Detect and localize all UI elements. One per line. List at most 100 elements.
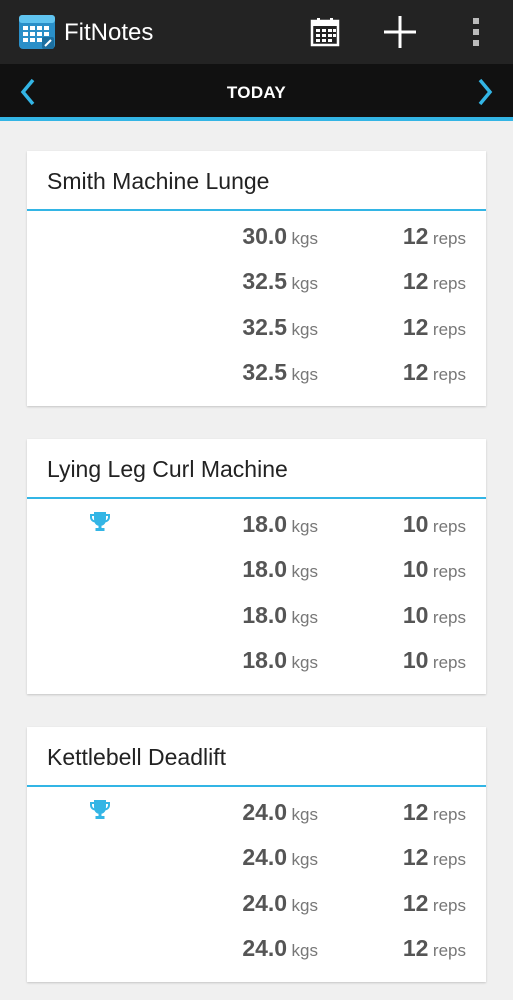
reps-value: 12 [402,890,429,916]
weight-value: 18.0 [242,556,288,582]
action-bar: FitNotes [0,0,513,64]
card-divider [27,497,486,499]
weight-value: 24.0 [242,844,288,870]
set-row[interactable]: 24.0 kgs 12 reps [27,789,486,834]
weight-value: 32.5 [242,359,288,385]
reps-unit: reps [432,562,466,581]
reps-value: 12 [402,935,429,961]
set-reps: 12 reps [403,844,466,871]
reps-value: 10 [402,647,429,673]
set-reps: 12 reps [403,268,466,295]
set-row[interactable]: 18.0 kgs 10 reps [27,592,486,637]
weight-value: 32.5 [242,268,288,294]
set-row[interactable]: 18.0 kgs 10 reps [27,501,486,546]
weight-value: 30.0 [242,223,288,249]
reps-value: 12 [402,314,429,340]
reps-unit: reps [432,320,466,339]
chevron-right-icon [478,78,493,106]
weight-unit: kgs [291,941,318,960]
date-label[interactable]: TODAY [0,83,513,103]
date-navigation-bar: TODAY [0,64,513,121]
exercise-card[interactable]: Kettlebell Deadlift 24.0 kgs 12 reps 24.… [27,727,486,982]
set-weight: 24.0 kgs [242,844,318,871]
set-reps: 10 reps [403,556,466,583]
reps-unit: reps [432,653,466,672]
weight-value: 18.0 [242,602,288,628]
weight-value: 24.0 [242,799,288,825]
set-row[interactable]: 24.0 kgs 12 reps [27,925,486,970]
reps-unit: reps [432,608,466,627]
reps-unit: reps [432,229,466,248]
set-reps: 12 reps [403,359,466,386]
weight-unit: kgs [291,850,318,869]
fitnotes-calendar-logo-icon[interactable] [18,13,56,51]
reps-value: 10 [402,602,429,628]
set-weight: 18.0 kgs [242,602,318,629]
weight-unit: kgs [291,608,318,627]
set-row[interactable]: 30.0 kgs 12 reps [27,213,486,258]
set-row[interactable]: 32.5 kgs 12 reps [27,258,486,303]
weight-unit: kgs [291,653,318,672]
overflow-menu-button[interactable] [456,12,496,52]
weight-unit: kgs [291,320,318,339]
reps-unit: reps [432,365,466,384]
reps-value: 12 [402,268,429,294]
reps-unit: reps [432,517,466,536]
set-reps: 12 reps [403,799,466,826]
set-row[interactable]: 18.0 kgs 10 reps [27,546,486,591]
exercise-card[interactable]: Smith Machine Lunge 30.0 kgs 12 reps 32.… [27,151,486,406]
set-weight: 24.0 kgs [242,890,318,917]
weight-unit: kgs [291,229,318,248]
set-weight: 32.5 kgs [242,314,318,341]
reps-value: 12 [402,799,429,825]
reps-value: 12 [402,359,429,385]
plus-icon [384,16,416,48]
weight-unit: kgs [291,805,318,824]
set-reps: 10 reps [403,647,466,674]
exercise-name: Kettlebell Deadlift [47,744,226,770]
set-weight: 24.0 kgs [242,799,318,826]
set-reps: 12 reps [403,935,466,962]
reps-value: 12 [402,223,429,249]
set-row[interactable]: 24.0 kgs 12 reps [27,880,486,925]
set-reps: 10 reps [403,602,466,629]
set-reps: 12 reps [403,223,466,250]
set-weight: 18.0 kgs [242,511,318,538]
set-row[interactable]: 32.5 kgs 12 reps [27,349,486,394]
reps-unit: reps [432,850,466,869]
set-weight: 18.0 kgs [242,647,318,674]
card-divider [27,785,486,787]
set-row[interactable]: 32.5 kgs 12 reps [27,304,486,349]
exercise-name: Lying Leg Curl Machine [47,456,288,482]
weight-value: 24.0 [242,890,288,916]
calendar-button[interactable] [305,12,345,52]
reps-unit: reps [432,805,466,824]
exercise-card[interactable]: Lying Leg Curl Machine 18.0 kgs 10 reps … [27,439,486,694]
reps-unit: reps [432,941,466,960]
calendar-icon [310,18,340,47]
set-row[interactable]: 24.0 kgs 12 reps [27,834,486,879]
app-title: FitNotes [64,19,154,46]
add-exercise-button[interactable] [380,12,420,52]
weight-value: 24.0 [242,935,288,961]
weight-unit: kgs [291,517,318,536]
weight-unit: kgs [291,365,318,384]
set-weight: 18.0 kgs [242,556,318,583]
set-reps: 10 reps [403,511,466,538]
set-weight: 32.5 kgs [242,359,318,386]
reps-value: 10 [402,511,429,537]
weight-unit: kgs [291,274,318,293]
set-weight: 24.0 kgs [242,935,318,962]
weight-unit: kgs [291,896,318,915]
set-reps: 12 reps [403,890,466,917]
reps-value: 12 [402,844,429,870]
weight-unit: kgs [291,562,318,581]
set-reps: 12 reps [403,314,466,341]
set-row[interactable]: 18.0 kgs 10 reps [27,637,486,682]
reps-value: 10 [402,556,429,582]
trophy-icon [88,510,112,534]
card-divider [27,209,486,211]
next-day-button[interactable] [465,72,505,112]
overflow-menu-icon [473,18,479,46]
reps-unit: reps [432,274,466,293]
